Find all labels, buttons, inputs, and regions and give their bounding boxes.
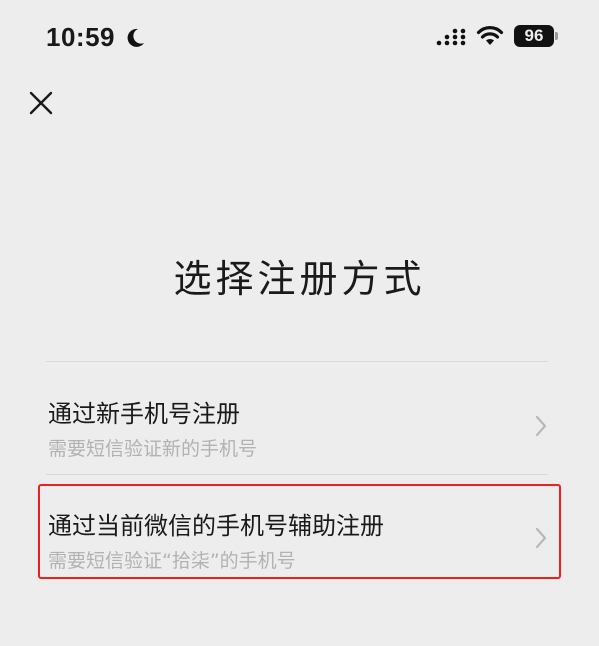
battery-cap bbox=[555, 32, 558, 40]
page-title: 选择注册方式 bbox=[173, 257, 426, 301]
option-subtitle: 需要短信验证新的手机号 bbox=[48, 438, 258, 460]
register-new-phone-option[interactable]: 通过新手机号注册 需要短信验证新的手机号 bbox=[46, 370, 556, 474]
divider-top bbox=[46, 361, 548, 362]
option-title: 通过新手机号注册 bbox=[48, 400, 240, 428]
highlight-box bbox=[38, 484, 561, 579]
divider-middle bbox=[46, 474, 548, 475]
chevron-right-icon bbox=[535, 415, 547, 437]
status-time: 10:59 bbox=[46, 22, 115, 52]
moon-icon bbox=[127, 28, 144, 47]
close-icon[interactable] bbox=[24, 86, 58, 120]
signal-icon bbox=[436, 28, 466, 46]
wifi-icon bbox=[476, 26, 504, 45]
battery-icon: 96 bbox=[514, 25, 554, 47]
status-bar: 10:59 96 bbox=[0, 0, 599, 74]
